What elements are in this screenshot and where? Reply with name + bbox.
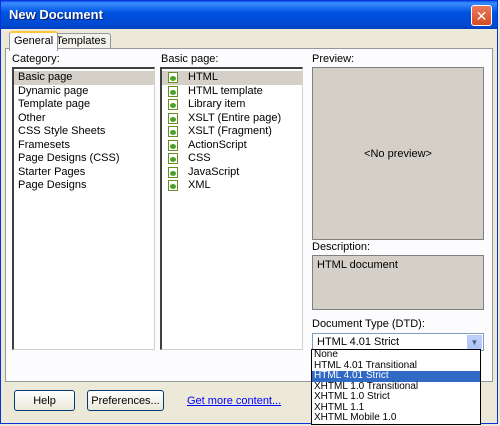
basic-page-label: Basic page: — [161, 53, 219, 65]
basic-page-item-label: CSS — [188, 152, 211, 164]
tab-general[interactable]: General — [9, 31, 59, 51]
tab-templates[interactable]: Templates — [51, 33, 112, 49]
document-icon — [168, 139, 178, 151]
document-icon — [168, 112, 178, 124]
doctype-option[interactable]: XHTML Mobile 1.0 — [312, 412, 480, 424]
description-box: HTML document — [312, 255, 484, 310]
document-icon — [168, 180, 178, 191]
document-icon — [168, 153, 178, 164]
basic-page-item[interactable]: XSLT (Fragment) — [162, 125, 302, 139]
category-list[interactable]: Basic page Dynamic page Template page Other… — [12, 67, 155, 350]
basic-page-item-label: JavaScript — [188, 165, 240, 178]
basic-page-item[interactable]: HTML — [162, 71, 302, 85]
basic-page-item-label: XSLT (Fragment) — [188, 125, 272, 137]
basic-page-item-label: XSLT (Entire page) — [188, 111, 282, 124]
description-label: Description: — [312, 241, 371, 253]
basic-page-item-label: ActionScript — [188, 138, 247, 151]
help-button[interactable]: Help — [14, 390, 75, 411]
category-item[interactable]: CSS Style Sheets — [14, 125, 154, 139]
basic-page-item[interactable]: CSS — [162, 152, 302, 166]
category-item[interactable]: Basic page — [14, 71, 154, 85]
doctype-option[interactable]: HTML 4.01 Strict — [312, 370, 480, 382]
basic-page-list[interactable]: HTML HTML template Library item XSLT (Entir… — [160, 67, 303, 350]
title-bar[interactable]: New Document ✕ — [1, 1, 497, 29]
category-item[interactable]: Framesets — [14, 139, 154, 153]
document-icon — [168, 85, 178, 97]
preferences-button[interactable]: Preferences... — [87, 390, 164, 411]
doctype-label: Document Type (DTD): — [312, 318, 425, 330]
close-button[interactable]: ✕ — [471, 5, 492, 26]
basic-page-item[interactable]: ActionScript — [162, 139, 302, 153]
doctype-dropdown[interactable]: None HTML 4.01 Transitional HTML 4.01 Stri… — [311, 349, 481, 425]
basic-page-item[interactable]: XML — [162, 179, 302, 193]
category-item[interactable]: Page Designs (CSS) — [14, 152, 154, 166]
tab-panel: Category: Basic page Dynamic page Template… — [5, 48, 493, 382]
basic-page-item-label: Library item — [188, 98, 246, 110]
doctype-option[interactable]: XHTML 1.0 Strict — [312, 391, 480, 403]
category-item[interactable]: Starter Pages — [14, 166, 154, 180]
help-button-label: Help — [33, 394, 56, 407]
description-text: HTML document — [317, 259, 398, 271]
chevron-down-icon[interactable]: ▼ — [467, 335, 482, 349]
category-item[interactable]: Page Designs — [14, 179, 154, 193]
preview-label: Preview: — [312, 53, 355, 65]
basic-page-item-label: XML — [188, 179, 211, 191]
basic-page-item[interactable]: Library item — [162, 98, 302, 112]
category-label: Category: — [12, 53, 60, 65]
preferences-button-label: Preferences... — [91, 394, 160, 407]
close-icon: ✕ — [475, 7, 488, 24]
get-more-content-link[interactable]: Get more content... — [187, 395, 281, 407]
basic-page-item[interactable]: JavaScript — [162, 166, 302, 180]
category-item[interactable]: Template page — [14, 98, 154, 112]
document-icon — [168, 126, 178, 137]
basic-page-item-label: HTML template — [188, 84, 263, 97]
category-item[interactable]: Other — [14, 112, 154, 126]
doctype-value: HTML 4.01 Strict — [317, 336, 400, 348]
doctype-option[interactable]: None — [312, 349, 480, 361]
document-icon — [168, 99, 178, 110]
preview-text: <No preview> — [364, 147, 432, 160]
window-title: New Document — [9, 7, 103, 22]
basic-page-item[interactable]: HTML template — [162, 85, 302, 99]
category-item[interactable]: Dynamic page — [14, 85, 154, 99]
preview-box: <No preview> — [312, 67, 484, 240]
document-icon — [168, 72, 178, 83]
document-icon — [168, 166, 178, 178]
basic-page-item-label: HTML — [188, 71, 218, 83]
basic-page-item[interactable]: XSLT (Entire page) — [162, 112, 302, 126]
new-document-dialog: New Document ✕ General Templates Categor… — [0, 0, 498, 425]
